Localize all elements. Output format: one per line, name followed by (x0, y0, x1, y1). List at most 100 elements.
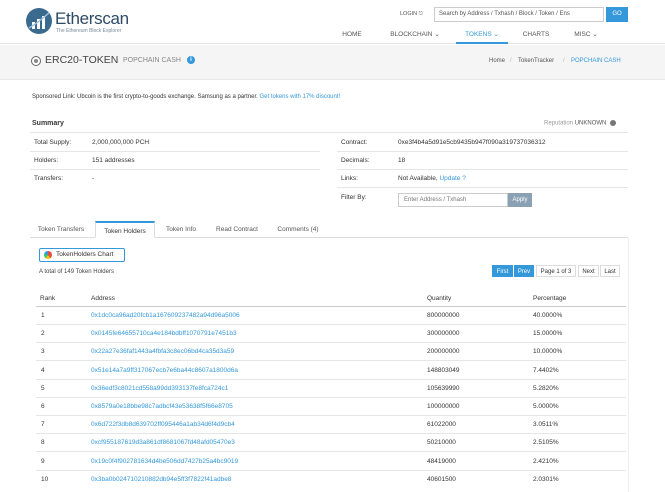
column-header-quantity: Quantity (427, 295, 452, 302)
percentage-cell: 7.4402% (533, 366, 559, 374)
nav-tokens[interactable]: TOKENS ⌄ (456, 27, 508, 44)
address-link[interactable]: 0x36edf3c8021cd558a99dd393137fe8fca724c1 (91, 385, 228, 392)
chevron-down-icon: ⌄ (434, 31, 440, 38)
nav-misc[interactable]: MISC ⌄ (566, 27, 606, 44)
table-row-divider (36, 378, 626, 380)
rank-cell: 7 (41, 421, 45, 429)
summary-title: Summary (32, 120, 64, 127)
quantity-cell: 61022000 (427, 421, 456, 429)
chevron-down-icon: ⌄ (493, 31, 499, 38)
quantity-cell: 300000000 (427, 330, 460, 338)
divider (337, 169, 628, 170)
logo-subtitle: The Ethereum Block Explorer (56, 28, 122, 34)
links-label: Links: (341, 175, 358, 182)
address-link[interactable]: 0x19c0f4f902781634d4be506dd7427b25a4bc90… (91, 458, 238, 465)
info-icon[interactable] (610, 120, 617, 126)
column-header-percentage: Percentage (533, 295, 567, 302)
total-holders-text: A total of 149 Token Holders (39, 269, 114, 275)
chevron-down-icon: ⌄ (592, 31, 598, 38)
rank-cell: 6 (41, 403, 45, 410)
nav-charts[interactable]: CHARTS (516, 27, 556, 44)
pagination-first[interactable]: First (492, 265, 513, 277)
page-title: ERC20-TOKEN (45, 54, 119, 66)
tokenholders-chart-button[interactable]: TokenHolders Chart (39, 248, 125, 262)
address-link[interactable]: 0x51e14a7a9ff317067ecb7e6ba44c8607a1800d… (91, 367, 238, 374)
rank-cell: 4 (41, 366, 45, 374)
info-icon[interactable]: i (187, 56, 195, 64)
panel-border (628, 238, 629, 492)
percentage-cell: 3.0511% (533, 421, 559, 429)
search-input[interactable]: Search by Address / Txhash / Block / Tok… (434, 7, 604, 22)
nav-home[interactable]: HOME (332, 27, 372, 44)
divider (30, 132, 628, 133)
address-link[interactable]: 0xcf955187619d3a861df8681067fd48afd05470… (91, 439, 235, 446)
percentage-cell: 10.0000% (533, 348, 563, 356)
quantity-cell: 100000000 (427, 403, 460, 410)
divider (337, 151, 628, 152)
decimals-value: 18 (398, 157, 406, 164)
address-link[interactable]: 0x1dc0ca96ad20fcb1a167609237482a94d96a50… (91, 312, 240, 319)
etherscan-logo[interactable]: Etherscan The Ethereum Block Explorer (26, 8, 146, 36)
pagination-page-info: Page 1 of 3 (536, 265, 576, 277)
holders-label: Holders: (34, 157, 59, 164)
quantity-cell: 105639990 (427, 384, 460, 392)
percentage-cell: 15.0000% (533, 330, 563, 338)
go-button[interactable]: GO (606, 7, 628, 22)
login-link[interactable]: LOGIN ⎋ (400, 11, 423, 18)
pagination-prev[interactable]: Prev (514, 265, 534, 277)
address-link[interactable]: 0x3ba0b024710210882db94e5ff3f7822f41adbe… (91, 476, 232, 483)
pagination-next[interactable]: Next (578, 265, 599, 277)
update-link[interactable]: Update ? (439, 175, 465, 182)
divider (337, 187, 628, 188)
login-icon: ⎋ (418, 11, 424, 17)
sponsored-cta-link[interactable]: Get tokens with 17% discount! (259, 94, 340, 100)
tab-read-contract[interactable]: Read Contract (208, 221, 266, 238)
breadcrumb-tokentracker[interactable]: TokenTracker (518, 58, 554, 64)
sponsored-link: Sponsored Link: Ubcoin is the first cryp… (32, 94, 341, 100)
table-row-divider (36, 469, 626, 471)
breadcrumb-home[interactable]: Home (489, 58, 505, 64)
apply-button[interactable]: Apply (508, 193, 532, 207)
contract-address-link[interactable]: 0xe3f4b4a5d91e5cb9435b947f090a3197370363… (398, 139, 545, 146)
table-row-divider (36, 324, 626, 325)
quantity-cell: 50210000 (427, 439, 456, 447)
address-link[interactable]: 0x6d722f3db8d639702ff095446a1ab34d6f4d9c… (91, 421, 235, 428)
quantity-cell: 48419000 (427, 457, 456, 465)
address-link[interactable]: 0x8579a0e18bbe98c7adbcf43e53638f5f66e870… (91, 403, 233, 410)
tab-comments[interactable]: Comments (4) (270, 221, 326, 238)
links-value: Not Available, Update ? (398, 175, 466, 182)
divider (30, 151, 320, 152)
pagination-last[interactable]: Last (600, 265, 620, 277)
transfers-label: Transfers: (34, 175, 64, 182)
address-link[interactable]: 0x0145fe64655710ca4e184bdbff1070791e7451… (91, 330, 237, 337)
site-header: Etherscan The Ethereum Block Explorer LO… (0, 0, 665, 44)
transfers-value: - (92, 175, 95, 182)
tab-token-info[interactable]: Token Info (158, 221, 204, 238)
table-row-divider (36, 396, 626, 398)
filter-input[interactable]: Enter Address / Txhash (398, 193, 508, 207)
holders-value: 151 addresses (92, 157, 135, 164)
rank-cell: 10 (41, 475, 49, 483)
token-name: POPCHAIN CASH (123, 57, 181, 64)
percentage-cell: 2.4210% (533, 457, 559, 465)
decimals-label: Decimals: (341, 157, 370, 164)
tab-token-holders[interactable]: Token Holders (95, 221, 155, 238)
percentage-cell: 2.0301% (533, 475, 559, 483)
rank-cell: 2 (41, 330, 45, 338)
quantity-cell: 148803049 (427, 366, 460, 374)
rank-cell: 5 (41, 384, 45, 392)
filter-label: Filter By: (341, 194, 367, 201)
nav-blockchain[interactable]: BLOCKCHAIN ⌄ (383, 27, 447, 44)
breadcrumb-current: POPCHAIN CASH (571, 58, 621, 64)
quantity-cell: 800000000 (427, 312, 460, 319)
quantity-cell: 40601500 (427, 475, 456, 483)
table-row-divider (36, 451, 626, 453)
tab-token-transfers[interactable]: Token Transfers (31, 221, 91, 238)
divider (30, 169, 320, 170)
page-title-bar: ERC20-TOKEN POPCHAIN CASH i Home / Token… (0, 45, 665, 80)
address-link[interactable]: 0x22a27e36faf1443a4fbfa3c8ec06bd4ca35d3a… (91, 348, 234, 355)
percentage-cell: 40.0000% (533, 312, 563, 319)
token-icon (31, 56, 41, 66)
table-row-divider (36, 433, 626, 435)
pie-chart-icon (44, 251, 52, 259)
